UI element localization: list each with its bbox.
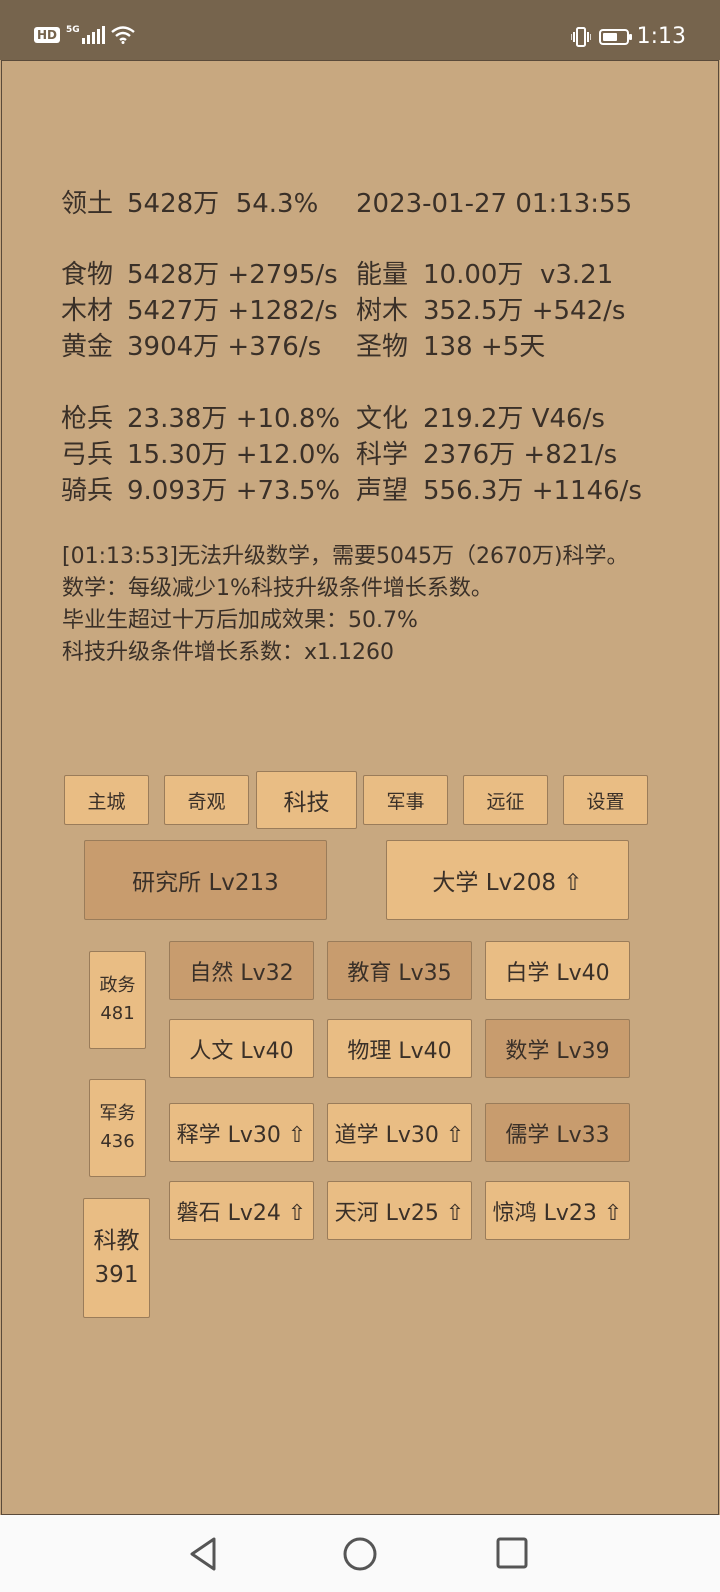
science-label: 科学 — [356, 440, 409, 470]
network-type: 5G — [66, 25, 80, 35]
navigation-bar — [0, 1515, 720, 1592]
tech-education[interactable]: 教育 Lv35 — [327, 941, 472, 1000]
battery-icon — [598, 28, 632, 45]
tech-confucianism[interactable]: 儒学 Lv33 — [485, 1103, 630, 1162]
trees-label: 树木 — [356, 296, 409, 326]
category-military-affairs[interactable]: 军务 436 — [89, 1079, 146, 1177]
food-label: 食物 — [61, 260, 114, 290]
tech-humanities[interactable]: 人文 Lv40 — [169, 1019, 314, 1078]
cavalry-label: 骑兵 — [61, 476, 114, 506]
tech-panshi[interactable]: 磐石 Lv24 ⇧ — [169, 1181, 314, 1240]
growth-factor: 科技升级条件增长系数：x1.1260 — [62, 640, 394, 665]
tab-expedition[interactable]: 远征 — [463, 775, 548, 825]
culture-label: 文化 — [356, 404, 409, 434]
category-name: 政务 — [99, 975, 136, 996]
category-value: 391 — [94, 1262, 139, 1288]
tab-technology[interactable]: 科技 — [256, 771, 357, 829]
archers-value: 15.30万 +12.0% — [127, 440, 341, 470]
wood-label: 木材 — [61, 296, 114, 326]
tab-settings[interactable]: 设置 — [563, 775, 648, 825]
tech-physics[interactable]: 物理 Lv40 — [327, 1019, 472, 1078]
category-science-education[interactable]: 科教 391 — [83, 1198, 150, 1318]
tech-buddhism[interactable]: 释学 Lv30 ⇧ — [169, 1103, 314, 1162]
trees-value: 352.5万 +542/s — [423, 296, 626, 326]
back-icon[interactable] — [184, 1535, 224, 1573]
university-button[interactable]: 大学 Lv208 ⇧ — [386, 840, 629, 920]
tech-nature[interactable]: 自然 Lv32 — [169, 941, 314, 1000]
tech-mathematics[interactable]: 数学 Lv39 — [485, 1019, 630, 1078]
category-value: 481 — [100, 1003, 135, 1024]
prestige-label: 声望 — [356, 476, 409, 506]
graduate-bonus: 毕业生超过十万后加成效果：50.7% — [62, 608, 418, 633]
territory-label: 领土 — [61, 189, 114, 219]
home-icon[interactable] — [340, 1535, 380, 1573]
wood-value: 5427万 +1282/s — [127, 296, 338, 326]
tab-main-city[interactable]: 主城 — [64, 775, 149, 825]
recents-icon[interactable] — [492, 1535, 532, 1573]
category-name: 科教 — [93, 1228, 140, 1254]
signal-icon — [81, 26, 105, 44]
status-bar: HD 5G 1:13 — [0, 0, 720, 60]
archers-label: 弓兵 — [61, 440, 114, 470]
relics-value: 138 +5天 — [423, 332, 546, 362]
institute-button[interactable]: 研究所 Lv213 — [84, 840, 327, 920]
culture-value: 219.2万 V46/s — [423, 404, 605, 434]
game-datetime: 2023-01-27 01:13:55 — [356, 189, 633, 219]
vibrate-icon — [570, 26, 591, 47]
cavalry-value: 9.093万 +73.5% — [127, 476, 341, 506]
prestige-value: 556.3万 +1146/s — [423, 476, 642, 506]
food-value: 5428万 +2795/s — [127, 260, 338, 290]
clock: 1:13 — [636, 24, 686, 49]
spearmen-value: 23.38万 +10.8% — [127, 404, 341, 434]
territory-value: 5428万 54.3% — [127, 189, 319, 219]
tech-taoism[interactable]: 道学 Lv30 ⇧ — [327, 1103, 472, 1162]
status-left: HD 5G — [34, 25, 135, 44]
energy-value: 10.00万 v3.21 — [423, 260, 614, 290]
tech-jinghong[interactable]: 惊鸿 Lv23 ⇧ — [485, 1181, 630, 1240]
status-right: 1:13 — [570, 24, 686, 49]
category-name: 军务 — [99, 1103, 136, 1124]
gold-value: 3904万 +376/s — [127, 332, 322, 362]
gold-label: 黄金 — [61, 332, 114, 362]
science-value: 2376万 +821/s — [423, 440, 618, 470]
spearmen-label: 枪兵 — [61, 404, 114, 434]
category-value: 436 — [100, 1131, 135, 1152]
hd-badge: HD — [34, 27, 61, 43]
relics-label: 圣物 — [356, 332, 409, 362]
log-message: [01:13:53]无法升级数学，需要5045万（2670万)科学。 — [62, 544, 629, 569]
tech-tianhe[interactable]: 天河 Lv25 ⇧ — [327, 1181, 472, 1240]
tab-military[interactable]: 军事 — [363, 775, 448, 825]
tech-description: 数学：每级减少1%科技升级条件增长系数。 — [62, 576, 493, 601]
wifi-icon — [110, 26, 135, 44]
tech-baixue[interactable]: 白学 Lv40 — [485, 941, 630, 1000]
game-panel: 领土 5428万 54.3% 2023-01-27 01:13:55 食物 54… — [1, 60, 719, 1515]
energy-label: 能量 — [356, 260, 409, 290]
tab-wonders[interactable]: 奇观 — [164, 775, 249, 825]
category-politics[interactable]: 政务 481 — [89, 951, 146, 1049]
